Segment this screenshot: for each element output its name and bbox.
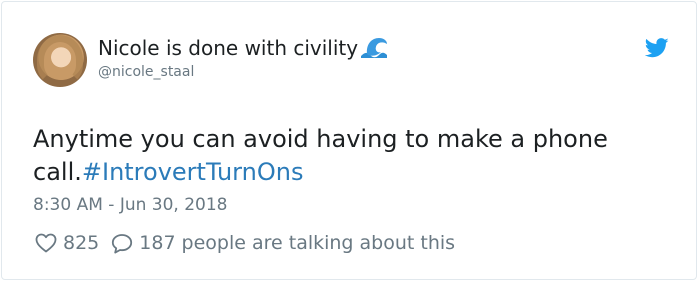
hashtag-link[interactable]: #IntrovertTurnOns (82, 158, 304, 186)
talking-about-label[interactable]: people are talking about this (182, 231, 456, 255)
like-action[interactable]: 825 (35, 231, 99, 255)
heart-icon (35, 233, 57, 253)
author-name-row[interactable]: Nicole is done with civility (98, 35, 389, 65)
twitter-bird-icon[interactable] (644, 38, 669, 62)
embedded-tweet-card: Nicole is done with civility @nicole_sta… (1, 1, 697, 280)
tweet-actions: 825 187 people are talking about this (35, 231, 455, 255)
avatar[interactable] (33, 33, 87, 87)
tweet-text: Anytime you can avoid having to make a p… (33, 123, 653, 189)
reply-count: 187 (139, 232, 176, 254)
author-name[interactable]: Nicole is done with civility (98, 36, 358, 60)
like-count: 825 (63, 232, 100, 254)
avatar-hair (37, 35, 83, 85)
author-handle[interactable]: @nicole_staal (98, 63, 194, 81)
speech-bubble-icon (112, 233, 133, 253)
tweet-timestamp[interactable]: 8:30 AM - Jun 30, 2018 (33, 194, 228, 216)
water-wave-icon (359, 35, 389, 65)
reply-action[interactable]: 187 (111, 231, 176, 255)
